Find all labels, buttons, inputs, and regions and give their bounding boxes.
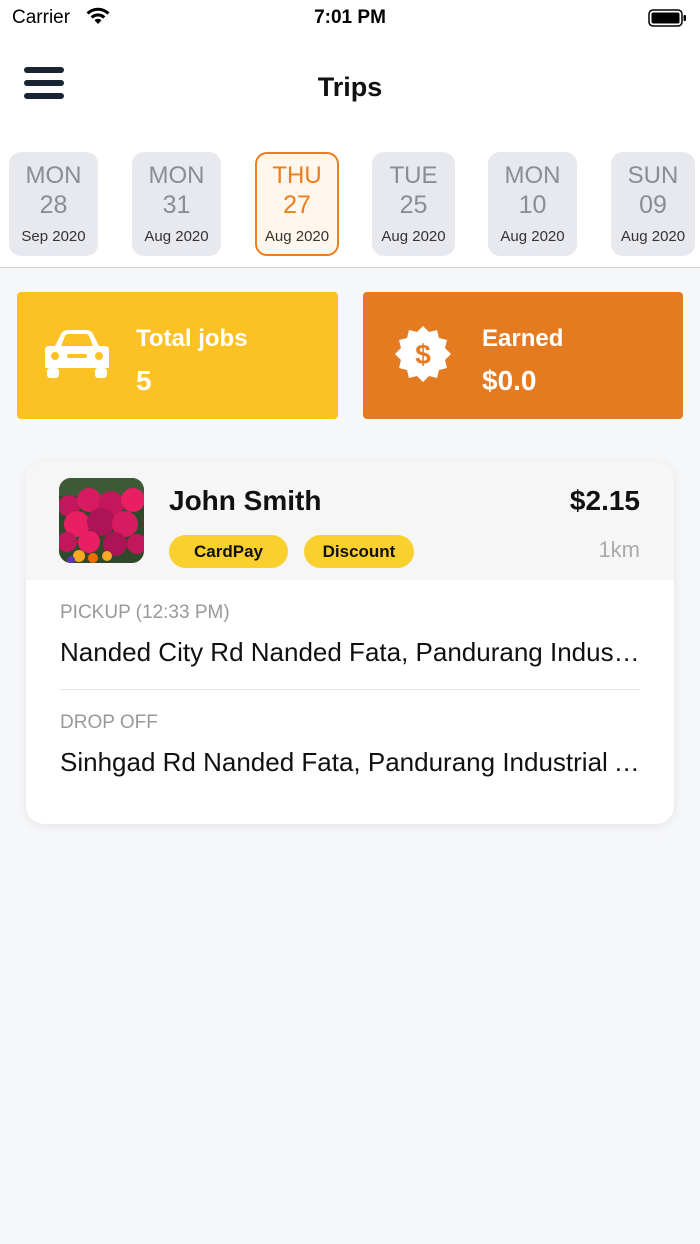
date-item-selected[interactable]: THU 27 Aug 2020 [255,152,339,256]
date-day: MON [25,162,82,189]
date-day: TUE [389,162,438,189]
dollar-badge-icon: $ [395,326,451,382]
date-month: Sep 2020 [21,228,86,245]
earned-label: Earned [482,325,564,352]
battery-icon [648,9,686,27]
trip-price: $2.15 [569,485,640,516]
discount-badge: Discount [304,535,414,568]
pickup-address: Nanded City Rd Nanded Fata, Pandurang In… [60,637,644,667]
date-item[interactable]: MON 10 Aug 2020 [488,152,577,256]
date-number: 25 [399,191,428,219]
date-day: THU [272,162,322,189]
pickup-label: PICKUP (12:33 PM) [60,602,230,623]
date-number: 31 [162,191,191,219]
svg-text:$: $ [415,339,431,370]
page-title: Trips [317,72,383,102]
date-number: 27 [283,191,311,219]
total-jobs-label: Total jobs [136,325,248,352]
trip-card[interactable]: John Smith CardPay Discount $2.15 1km PI… [26,462,674,824]
nav-bar: Trips [0,40,700,136]
date-number: 09 [639,191,667,219]
date-number: 10 [518,191,547,219]
date-month: Aug 2020 [144,228,209,245]
dropoff-label: DROP OFF [60,712,158,733]
date-month: Aug 2020 [500,228,565,245]
total-jobs-card[interactable]: Total jobs 5 [17,292,338,419]
earned-value: $0.0 [482,365,537,396]
date-selector[interactable]: MON 28 Sep 2020 MON 31 Aug 2020 THU 27 A… [0,136,700,268]
divider [60,689,640,690]
trip-card-header: John Smith CardPay Discount $2.15 1km [26,462,674,580]
date-item[interactable]: SUN 09 Aug 2020 [611,152,695,256]
date-number: 28 [39,191,68,219]
car-icon [45,330,109,378]
date-item[interactable]: TUE 25 Aug 2020 [372,152,455,256]
date-month: Aug 2020 [620,228,686,245]
date-day: MON [148,162,205,189]
date-day: MON [504,162,561,189]
date-item[interactable]: MON 31 Aug 2020 [132,152,221,256]
date-month: Aug 2020 [381,228,446,245]
rider-name: John Smith [169,485,322,516]
rider-avatar [59,478,144,563]
date-day: SUN [627,162,679,189]
dropoff-address: Sinhgad Rd Nanded Fata, Pandurang Indust… [60,747,644,777]
trip-distance: 1km [598,537,640,562]
clock: 7:01 PM [314,7,386,28]
payment-badge: CardPay [169,535,288,568]
total-jobs-value: 5 [136,365,152,396]
earned-card[interactable]: $ Earned $0.0 [363,292,683,419]
status-bar: Carrier 7:01 PM [0,0,700,40]
date-month: Aug 2020 [264,228,330,245]
date-item[interactable]: MON 28 Sep 2020 [9,152,98,256]
